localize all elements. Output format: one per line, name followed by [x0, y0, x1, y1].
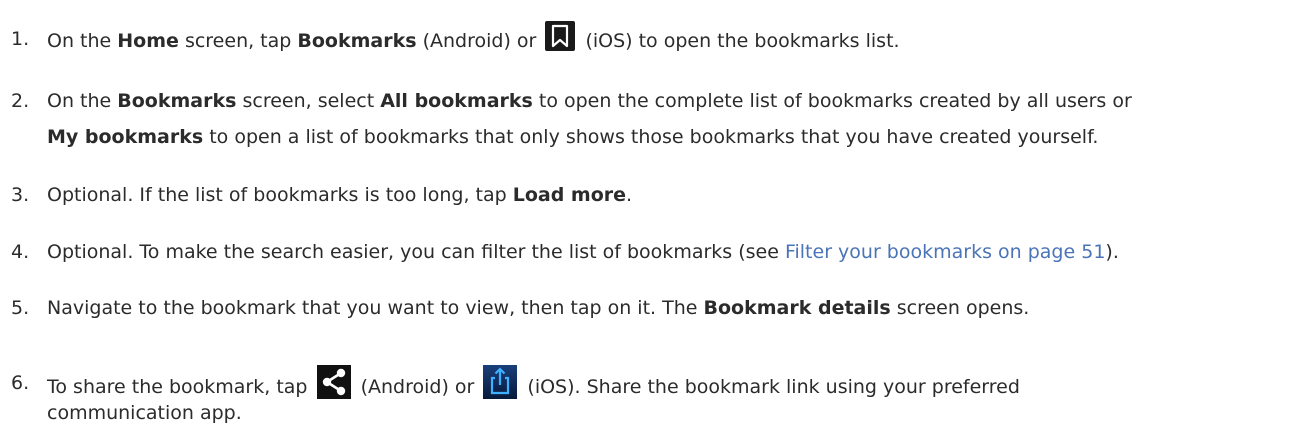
step-text: Optional. If the list of bookmarks is to… — [47, 184, 633, 206]
step-text-continued: My bookmarks to open a list of bookmarks… — [47, 126, 1099, 148]
ui-term: Bookmarks — [117, 90, 237, 112]
ui-term: Home — [117, 30, 179, 52]
step-number: 4. — [11, 241, 30, 263]
instruction-list: 1. On the Home screen, tap Bookmarks (An… — [0, 0, 1293, 441]
step-text-continued: communication app. — [47, 402, 242, 424]
share-icon — [316, 365, 351, 399]
step-text: Navigate to the bookmark that you want t… — [47, 297, 1030, 319]
bookmark-icon — [545, 21, 576, 51]
step-number: 3. — [11, 184, 30, 206]
ui-term: Load more — [512, 184, 627, 206]
step-number: 1. — [11, 28, 30, 50]
share-upload-icon — [483, 365, 518, 399]
step-number: 6. — [11, 372, 30, 394]
ui-term: Bookmark details — [703, 297, 891, 319]
step-number: 2. — [11, 90, 30, 112]
step-text: On the Bookmarks screen, select All book… — [47, 90, 1132, 112]
ui-term: All bookmarks — [380, 90, 533, 112]
cross-reference-link[interactable]: Filter your bookmarks on page 51 — [785, 241, 1105, 263]
step-text: On the Home screen, tap Bookmarks (Andro… — [47, 21, 900, 59]
step-number: 5. — [11, 297, 30, 319]
ui-term: Bookmarks — [297, 30, 417, 52]
ui-term: My bookmarks — [47, 126, 204, 148]
step-text: Optional. To make the search easier, you… — [47, 241, 1119, 263]
